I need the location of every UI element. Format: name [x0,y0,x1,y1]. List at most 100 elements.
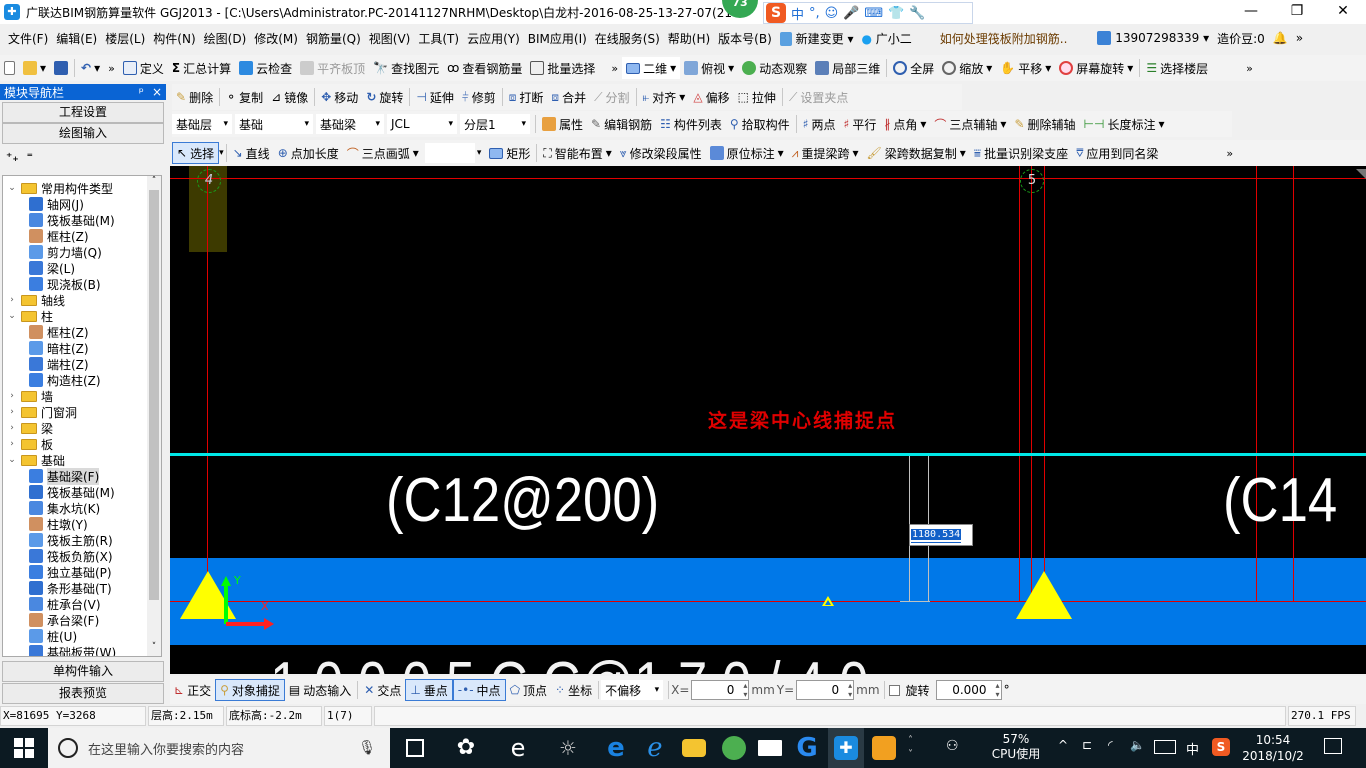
menu-overflow[interactable]: » [1292,31,1307,45]
arc-mode-combo[interactable] [424,143,475,163]
menu-version[interactable]: 版本号(B) [714,30,776,47]
ime-indicator[interactable]: 中 [1186,739,1199,758]
rebar-label-2[interactable]: (C14 [1223,470,1337,532]
tree-folder[interactable]: › 梁 [7,420,53,436]
three-point-axis-button[interactable]: ⌒ 三点辅轴 ▾ [930,113,1010,135]
people-icon[interactable]: ⚇ [946,738,959,754]
save-button[interactable] [50,57,72,79]
ortho-toggle[interactable]: ⊾ 正交 [170,679,215,701]
define-button[interactable]: 定义 [119,57,168,79]
delete-button[interactable]: ✎ 删除 [172,86,217,108]
ime-toolbar[interactable]: S 中 °, ☺ 🎤 ⌨ 👕 🔧 [763,2,973,24]
emoji-icon[interactable]: ☺ [825,6,839,21]
tree-item[interactable]: 现浇板(B) [29,276,101,292]
vertex-snap-toggle[interactable]: ⬠ 顶点 [506,679,551,701]
glodon-g-icon[interactable]: G [795,735,819,761]
tree-item[interactable]: 框柱(Z) [29,228,89,244]
copy-span-data-button[interactable]: 🖌 梁跨数据复制 ▾ [863,142,970,164]
tree-item[interactable]: 筏板基础(M) [29,484,115,500]
apply-same-name-button[interactable]: ⩢ 应用到同名梁 [1072,142,1162,164]
view-2d-button[interactable]: 二维 ▾ [622,57,681,79]
ie-icon[interactable]: e [506,736,530,760]
chevron-down-icon[interactable]: ⌄ [7,455,17,465]
action-center-icon[interactable] [1324,738,1342,754]
zoom-button[interactable]: 缩放 ▾ [938,57,996,79]
menu-tools[interactable]: 工具(T) [414,30,463,47]
pin-icon[interactable]: ᵖ [139,85,144,99]
taskbar-scroll[interactable]: ˄ ˅ [908,734,913,762]
tree-item[interactable]: 承台梁(F) [29,612,99,628]
menu-draw[interactable]: 绘图(D) [200,30,251,47]
notes-app-icon[interactable] [872,736,896,760]
split-button[interactable]: ⟋ 分割 [590,86,633,108]
maximize-button[interactable]: ❐ [1274,0,1320,24]
fullscreen-button[interactable]: 全屏 [889,57,938,79]
point-length-button[interactable]: ⊕ 点加长度 [274,142,343,164]
set-grip-button[interactable]: ⟋ 设置夹点 [785,86,852,108]
fan-app-icon[interactable]: ✿ [454,736,478,760]
menu-cloud[interactable]: 云应用(Y) [463,30,524,47]
rotate-angle-input[interactable]: 0.000 [935,680,1002,700]
perpendicular-snap-toggle[interactable]: ⊥ 垂点 [405,679,453,701]
tree-folder[interactable]: ⌄ 基础 [7,452,65,468]
layer-select[interactable]: 分层1 ▾ [460,114,530,134]
delete-axis-button[interactable]: ✎ 删除辅轴 [1010,113,1079,135]
tree-item[interactable]: 暗柱(Z) [29,340,89,356]
chevron-down-icon[interactable]: ⌄ [7,183,17,193]
edit-rebar-button[interactable]: ✎ 编辑钢筋 [587,113,656,135]
trim-button[interactable]: ⫩ 修剪 [458,86,500,108]
line-button[interactable]: ↘ 直线 [229,142,274,164]
move-button[interactable]: ✥ 移动 [317,86,362,108]
batch-select-button[interactable]: 批量选择 [526,57,599,79]
menu-component[interactable]: 构件(N) [149,30,199,47]
parallel-axis-button[interactable]: ♯ 平行 [840,113,881,135]
object-snap-toggle[interactable]: ⚲ 对象捕捉 [215,679,285,701]
tree-folder[interactable]: › 板 [7,436,53,452]
tree-scrollbar[interactable]: ˄ ˅ [147,176,161,656]
rebar-label-1[interactable]: (C12@200) [386,470,659,532]
menu-online[interactable]: 在线服务(S) [591,30,664,47]
component-type-select[interactable]: 基础梁 ▾ [316,114,384,134]
tree-folder[interactable]: › 轴线 [7,292,65,308]
properties-button[interactable]: 属性 [538,113,587,135]
two-point-axis-button[interactable]: ♯ 两点 [799,113,840,135]
rotate-checkbox[interactable] [888,684,900,696]
undo-button[interactable]: ↶ ▾ [77,57,104,79]
menu-help[interactable]: 帮助(H) [664,30,714,47]
tree-item[interactable]: 梁(L) [29,260,75,276]
support-triangle-5[interactable] [1016,571,1072,619]
coordinate-snap-toggle[interactable]: ⁘ 坐标 [551,679,596,701]
tree-item[interactable]: 构造柱(Z) [29,372,101,388]
skin-icon[interactable]: 👕 [888,6,904,21]
tree-folder[interactable]: ⌄ 常用构件类型 [7,180,113,196]
pick-component-button[interactable]: ⚲ 拾取构件 [726,113,794,135]
mail-icon[interactable] [758,740,782,756]
chevron-right-icon[interactable]: › [7,439,17,449]
menu-rebar-quantity[interactable]: 钢筋量(Q) [302,30,365,47]
wifi-icon[interactable]: ◜ [1108,738,1113,752]
length-dim-button[interactable]: ⊢⊣ 长度标注 ▾ [1080,113,1169,135]
toolbar-overflow[interactable]: » [104,62,119,75]
toolbar-overflow[interactable]: » [1242,62,1257,75]
tree-item[interactable]: 柱墩(Y) [29,516,88,532]
menu-file[interactable]: 文件(F) [4,30,52,47]
single-component-input-button[interactable]: 单构件输入 [2,661,164,682]
keyboard-icon[interactable]: ⌨ [864,6,883,21]
tree-item[interactable]: 剪力墙(Q) [29,244,102,260]
point-angle-axis-button[interactable]: ∦ 点角 ▾ [880,113,930,135]
green-browser-icon[interactable] [722,736,746,760]
new-file-button[interactable] [0,57,19,79]
internet-explorer-icon[interactable]: ℯ [643,735,667,761]
menu-edit[interactable]: 编辑(E) [52,30,101,47]
bell-icon[interactable]: 🔔 [1269,31,1292,45]
close-icon[interactable]: × [152,85,162,99]
tree-item[interactable]: 筏板主筋(R) [29,532,113,548]
microphone-icon[interactable]: 🎤 [843,6,859,21]
collapse-all-icon[interactable]: ⁼ [27,150,33,164]
sogou-icon[interactable]: S [766,3,786,23]
cpu-usage[interactable]: 57% CPU使用 [986,732,1046,762]
touch-keyboard-icon[interactable] [1154,740,1176,754]
chevron-down-icon[interactable]: ⌄ [7,311,17,321]
expand-all-icon[interactable]: ⁺₊ [6,150,19,164]
menu-bim[interactable]: BIM应用(I) [524,30,591,47]
